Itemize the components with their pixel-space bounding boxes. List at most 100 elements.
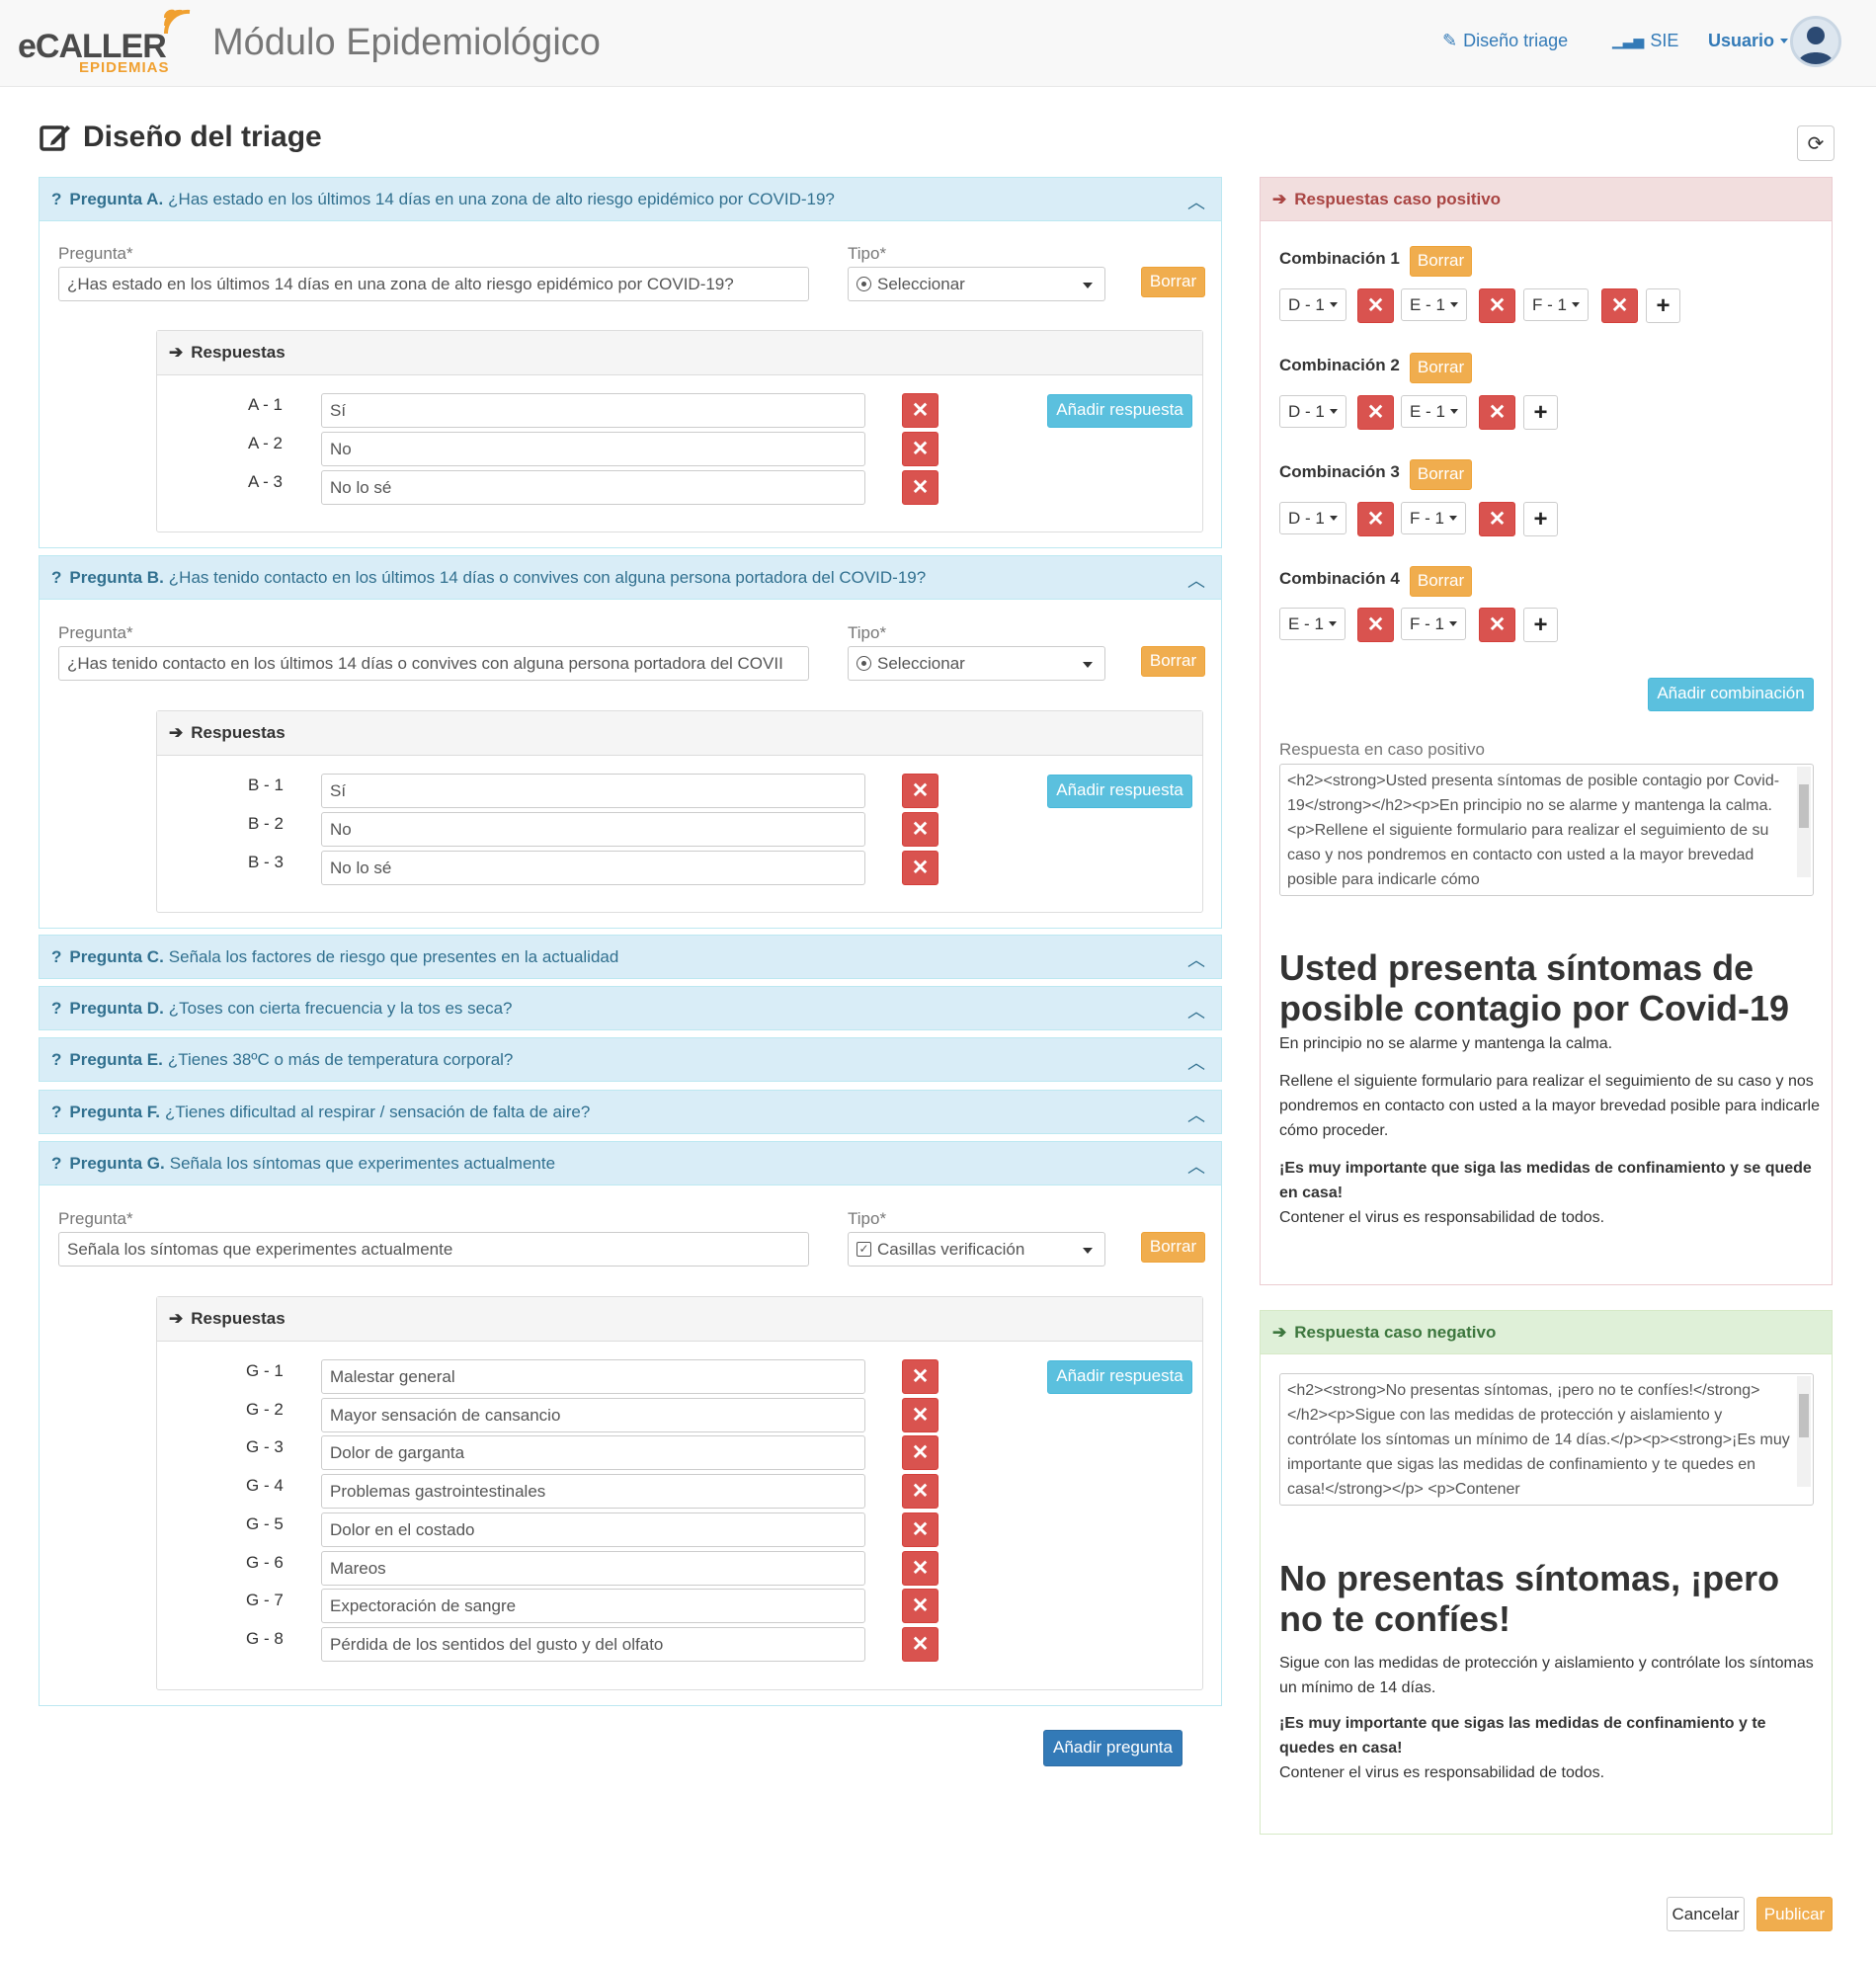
- answer-input[interactable]: Malestar general: [321, 1359, 865, 1394]
- avatar[interactable]: [1790, 16, 1841, 67]
- answers-header: ➔ Respuestas: [157, 331, 1202, 375]
- combination-item-select[interactable]: E - 1: [1279, 608, 1346, 640]
- answers-title: Respuestas: [191, 343, 285, 362]
- add-answer-button[interactable]: Añadir respuesta: [1047, 775, 1192, 808]
- delete-answer-button[interactable]: ✕: [902, 774, 938, 808]
- nav-sie[interactable]: ▁▃▅ SIE: [1612, 31, 1678, 51]
- delete-combination-button[interactable]: Borrar: [1410, 246, 1472, 277]
- question-field-label: Pregunta*: [58, 1209, 133, 1228]
- delete-answer-button[interactable]: ✕: [902, 470, 938, 505]
- delete-answer-button[interactable]: ✕: [902, 1512, 938, 1547]
- add-combination-button[interactable]: Añadir combinación: [1648, 678, 1814, 711]
- delete-question-button[interactable]: Borrar: [1141, 646, 1205, 677]
- remove-item-button[interactable]: ✕: [1479, 502, 1515, 536]
- question-header-c[interactable]: ? Pregunta C. Señala los factores de rie…: [39, 935, 1222, 979]
- delete-answer-button[interactable]: ✕: [902, 851, 938, 885]
- delete-question-button[interactable]: Borrar: [1141, 267, 1205, 297]
- remove-item-button[interactable]: ✕: [1479, 395, 1515, 430]
- chevron-up-icon[interactable]: ︿: [1187, 1049, 1205, 1075]
- delete-combination-button[interactable]: Borrar: [1410, 353, 1472, 383]
- add-question-button[interactable]: Añadir pregunta: [1043, 1730, 1183, 1766]
- question-header-b[interactable]: ? Pregunta B. ¿Has tenido contacto en lo…: [39, 555, 1222, 600]
- answer-input[interactable]: No lo sé: [321, 851, 865, 885]
- add-answer-button[interactable]: Añadir respuesta: [1047, 394, 1192, 428]
- answer-input[interactable]: Mareos: [321, 1551, 865, 1586]
- combination-item-select[interactable]: E - 1: [1401, 395, 1467, 428]
- refresh-button[interactable]: ⟳: [1797, 125, 1835, 161]
- add-item-button[interactable]: +: [1646, 288, 1680, 323]
- add-answer-button[interactable]: Añadir respuesta: [1047, 1360, 1192, 1394]
- add-item-button[interactable]: +: [1523, 608, 1558, 642]
- question-input[interactable]: ¿Has estado en los últimos 14 días en un…: [58, 267, 809, 301]
- answer-input[interactable]: Mayor sensación de cansancio: [321, 1398, 865, 1432]
- question-header-d[interactable]: ? Pregunta D. ¿Toses con cierta frecuenc…: [39, 986, 1222, 1030]
- delete-combination-button[interactable]: Borrar: [1410, 459, 1472, 490]
- answer-input[interactable]: Pérdida de los sentidos del gusto y del …: [321, 1627, 865, 1662]
- remove-item-button[interactable]: ✕: [1479, 608, 1515, 642]
- answer-input[interactable]: No: [321, 432, 865, 466]
- item-value: F - 1: [1410, 508, 1444, 528]
- negative-response-textarea[interactable]: <h2><strong>No presentas síntomas, ¡pero…: [1279, 1373, 1814, 1506]
- cancel-button[interactable]: Cancelar: [1667, 1897, 1745, 1931]
- combination-item-select[interactable]: D - 1: [1279, 288, 1346, 321]
- add-item-button[interactable]: +: [1523, 502, 1558, 536]
- combination-item-select[interactable]: D - 1: [1279, 502, 1346, 534]
- delete-answer-button[interactable]: ✕: [902, 1551, 938, 1586]
- delete-question-button[interactable]: Borrar: [1141, 1232, 1205, 1263]
- combination-item-select[interactable]: D - 1: [1279, 395, 1346, 428]
- remove-item-button[interactable]: ✕: [1357, 502, 1394, 536]
- answer-input[interactable]: Sí: [321, 774, 865, 808]
- delete-answer-button[interactable]: ✕: [902, 1589, 938, 1623]
- chevron-up-icon[interactable]: ︿: [1187, 1153, 1205, 1179]
- remove-item-button[interactable]: ✕: [1601, 288, 1638, 323]
- delete-answer-button[interactable]: ✕: [902, 393, 938, 428]
- combination-item-select[interactable]: F - 1: [1523, 288, 1589, 321]
- answer-input[interactable]: Sí: [321, 393, 865, 428]
- negative-panel-body: <h2><strong>No presentas síntomas, ¡pero…: [1260, 1354, 1833, 1835]
- question-header-a[interactable]: ? Pregunta A. ¿Has estado en los últimos…: [39, 177, 1222, 221]
- chevron-up-icon[interactable]: ︿: [1187, 567, 1205, 593]
- question-input[interactable]: Señala los síntomas que experimentes act…: [58, 1232, 809, 1267]
- user-menu[interactable]: Usuario: [1708, 31, 1789, 51]
- remove-item-button[interactable]: ✕: [1357, 608, 1394, 642]
- answer-input[interactable]: Dolor en el costado: [321, 1512, 865, 1547]
- type-select[interactable]: Seleccionar: [848, 646, 1105, 681]
- answer-input[interactable]: Dolor de garganta: [321, 1435, 865, 1470]
- question-header-f[interactable]: ? Pregunta F. ¿Tienes dificultad al resp…: [39, 1090, 1222, 1134]
- answer-input[interactable]: No: [321, 812, 865, 847]
- type-select[interactable]: ✓ Casillas verificación: [848, 1232, 1105, 1267]
- add-item-button[interactable]: +: [1523, 395, 1558, 430]
- type-select[interactable]: Seleccionar: [848, 267, 1105, 301]
- delete-answer-button[interactable]: ✕: [902, 1474, 938, 1509]
- refresh-icon: ⟳: [1807, 132, 1825, 155]
- answer-input[interactable]: Expectoración de sangre: [321, 1589, 865, 1623]
- remove-item-button[interactable]: ✕: [1357, 395, 1394, 430]
- nav-diseno-triage[interactable]: ✎ Diseño triage: [1442, 31, 1568, 51]
- question-header-e[interactable]: ? Pregunta E. ¿Tienes 38ºC o más de temp…: [39, 1037, 1222, 1082]
- combination-item-select[interactable]: E - 1: [1401, 288, 1467, 321]
- remove-item-button[interactable]: ✕: [1357, 288, 1394, 323]
- publish-button[interactable]: Publicar: [1756, 1897, 1833, 1931]
- scrollbar[interactable]: [1797, 767, 1811, 877]
- combination-item-select[interactable]: F - 1: [1401, 608, 1466, 640]
- delete-answer-button[interactable]: ✕: [902, 812, 938, 847]
- chevron-up-icon[interactable]: ︿: [1187, 1102, 1205, 1127]
- combination-item-select[interactable]: F - 1: [1401, 502, 1466, 534]
- remove-item-button[interactable]: ✕: [1479, 288, 1515, 323]
- chevron-up-icon[interactable]: ︿: [1187, 998, 1205, 1023]
- chevron-up-icon[interactable]: ︿: [1187, 946, 1205, 972]
- delete-answer-button[interactable]: ✕: [902, 1398, 938, 1432]
- chevron-up-icon[interactable]: ︿: [1187, 189, 1205, 214]
- delete-combination-button[interactable]: Borrar: [1410, 566, 1472, 597]
- question-input[interactable]: ¿Has tenido contacto en los últimos 14 d…: [58, 646, 809, 681]
- positive-preview-important: ¡Es muy importante que siga las medidas …: [1279, 1160, 1812, 1201]
- scrollbar[interactable]: [1797, 1376, 1811, 1487]
- answer-input[interactable]: No lo sé: [321, 470, 865, 505]
- delete-answer-button[interactable]: ✕: [902, 432, 938, 466]
- delete-answer-button[interactable]: ✕: [902, 1627, 938, 1662]
- question-header-g[interactable]: ? Pregunta G. Señala los síntomas que ex…: [39, 1141, 1222, 1185]
- answer-input[interactable]: Problemas gastrointestinales: [321, 1474, 865, 1509]
- delete-answer-button[interactable]: ✕: [902, 1359, 938, 1394]
- delete-answer-button[interactable]: ✕: [902, 1435, 938, 1470]
- positive-response-textarea[interactable]: <h2><strong>Usted presenta síntomas de p…: [1279, 764, 1814, 896]
